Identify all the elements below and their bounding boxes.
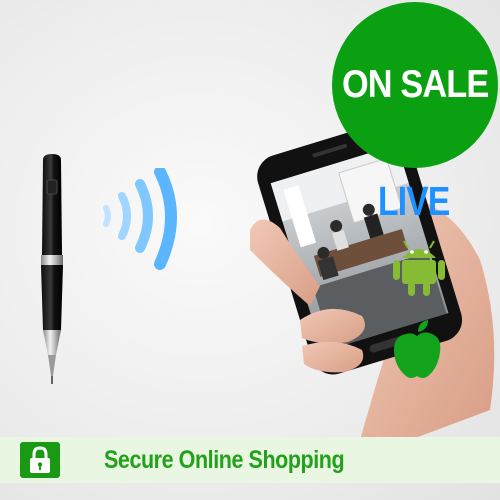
lock-icon	[20, 442, 60, 478]
spy-pen-camera-icon	[41, 154, 63, 384]
android-icon	[393, 240, 445, 296]
secure-shopping-label: Secure Online Shopping	[104, 446, 345, 474]
product-image: ON SALE LIVE Secure Online Shopping	[0, 0, 500, 500]
on-sale-badge: ON SALE	[332, 2, 498, 168]
on-sale-label: ON SALE	[341, 63, 489, 106]
smartphone-icon	[250, 121, 495, 440]
wifi-signal-icon	[103, 168, 177, 270]
apple-icon	[394, 320, 441, 378]
secure-shopping-bar: Secure Online Shopping	[0, 437, 500, 483]
live-label: LIVE	[378, 178, 450, 224]
